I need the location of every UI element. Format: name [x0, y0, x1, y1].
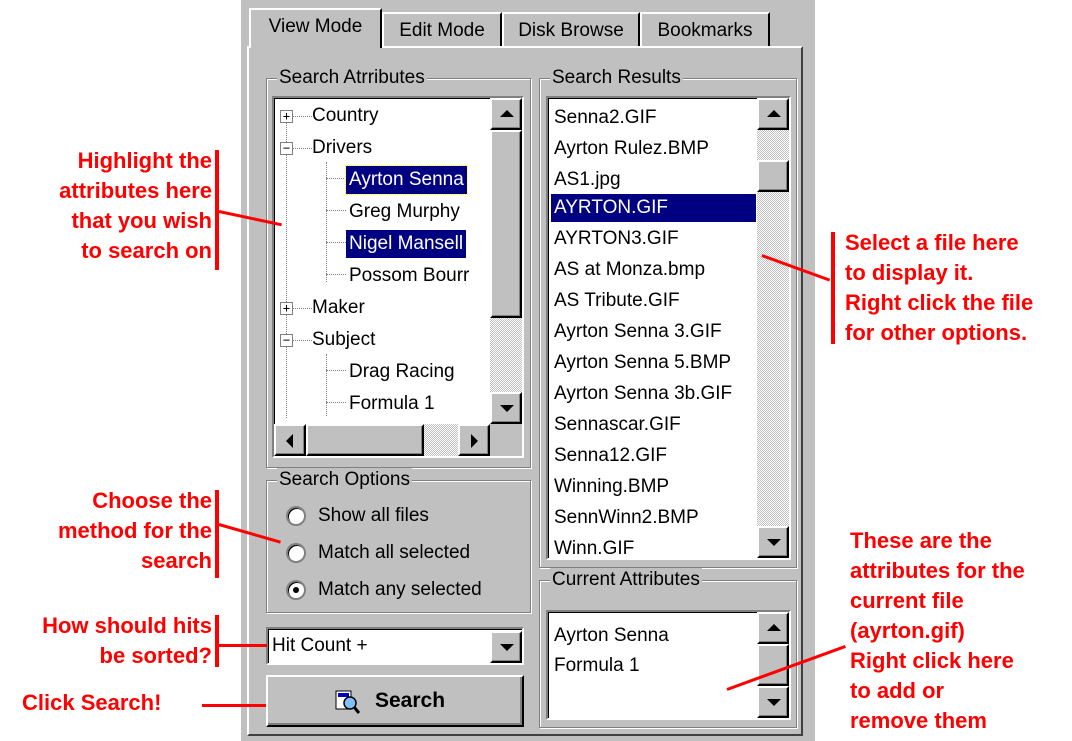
tree-item-subject[interactable]: Subject [312, 326, 375, 354]
annotation-sorted: How should hits be sorted? [42, 613, 212, 668]
search-button-label: Search [375, 689, 446, 712]
collapse-drivers-icon[interactable]: − [280, 142, 293, 155]
tree-item-formula-1[interactable]: Formula 1 [349, 390, 435, 418]
tree-horizontal-scrollbar[interactable] [274, 424, 490, 456]
annotation-click: Click Search! [22, 690, 162, 715]
tree-item-nigel-mansell[interactable]: Nigel Mansell [346, 230, 467, 258]
arrow-down-icon [767, 539, 781, 546]
radio-selected-dot [293, 587, 299, 593]
radio-match-all-selected[interactable] [286, 543, 306, 563]
scroll-left-button[interactable] [274, 424, 306, 456]
scroll-up-button[interactable] [757, 612, 789, 644]
annotation-current: These are the attributes for the current… [850, 528, 1025, 733]
file-item[interactable]: Sennascar.GIF [554, 411, 681, 439]
scroll-down-button[interactable] [757, 686, 789, 718]
radio-show-all-files[interactable] [286, 506, 306, 526]
tree-item-drag-racing[interactable]: Drag Racing [349, 358, 455, 386]
file-item[interactable]: Winning.BMP [554, 473, 669, 501]
annotation-highlight: Highlight the attributes here that you w… [59, 148, 212, 263]
file-item[interactable]: Ayrton Senna 5.BMP [554, 349, 731, 377]
expand-maker-icon[interactable]: + [280, 302, 293, 315]
tree-item-greg-murphy[interactable]: Greg Murphy [349, 198, 460, 226]
current-attributes-title: Current Attributes [550, 568, 702, 592]
file-item[interactable]: Senna2.GIF [554, 104, 656, 132]
expand-country-icon[interactable]: + [280, 110, 293, 123]
current-attribute-item[interactable]: Formula 1 [554, 652, 640, 680]
tab-disk-browse[interactable]: Disk Browse [502, 12, 640, 46]
search-results-list[interactable]: Senna2.GIF Ayrton Rulez.BMP AS1.jpg AYRT… [546, 96, 791, 560]
tab-bookmarks[interactable]: Bookmarks [640, 12, 770, 46]
arrow-up-icon [500, 110, 514, 117]
scroll-up-button[interactable] [757, 98, 789, 130]
results-vertical-scrollbar[interactable] [757, 98, 789, 558]
option-show-all-files-label[interactable]: Show all files [318, 502, 429, 530]
arrow-down-icon [767, 699, 781, 706]
sort-dropdown[interactable]: Hit Count + [266, 627, 524, 665]
tree-vertical-scrollbar[interactable] [490, 98, 522, 424]
option-match-any-selected-label[interactable]: Match any selected [318, 576, 482, 604]
annotation-pointer [202, 704, 266, 707]
option-match-all-selected-label[interactable]: Match all selected [318, 539, 470, 567]
chevron-down-icon [500, 644, 514, 651]
scroll-down-button[interactable] [757, 526, 789, 558]
file-item[interactable]: Ayrton Senna 3.GIF [554, 318, 722, 346]
tab-view-mode[interactable]: View Mode [249, 8, 382, 48]
scroll-corner [490, 424, 522, 456]
scroll-thumb[interactable] [757, 160, 789, 192]
scroll-thumb[interactable] [490, 130, 522, 318]
file-item[interactable]: Ayrton Senna 3b.GIF [554, 380, 732, 408]
arrow-right-icon [471, 434, 478, 448]
tab-edit-mode[interactable]: Edit Mode [382, 12, 502, 46]
tree-item-possom-bourne[interactable]: Possom Bourr [349, 262, 469, 290]
tree-item-country[interactable]: Country [312, 102, 379, 130]
file-item[interactable]: AS Tribute.GIF [554, 287, 680, 315]
arrow-up-icon [767, 624, 781, 631]
scroll-right-button[interactable] [458, 424, 490, 456]
horizontal-scroll-thumb[interactable] [306, 424, 424, 456]
search-attributes-title: Search Atrributes [277, 66, 427, 90]
search-button[interactable]: Search [266, 675, 524, 727]
current-attribute-item[interactable]: Ayrton Senna [554, 622, 669, 650]
tree-item-maker[interactable]: Maker [312, 294, 365, 322]
radio-match-any-selected[interactable] [286, 580, 306, 600]
file-item[interactable]: AYRTON3.GIF [554, 225, 679, 253]
annotation-bar [831, 232, 835, 344]
scroll-down-button[interactable] [490, 392, 522, 424]
file-item[interactable]: Senna12.GIF [554, 442, 667, 470]
dropdown-button[interactable] [490, 631, 522, 663]
attribute-tree[interactable]: + Country − Drivers Ayrton Senna Greg Mu… [272, 96, 524, 458]
file-item[interactable]: AS1.jpg [554, 166, 621, 194]
annotation-pointer [219, 644, 267, 647]
file-item[interactable]: AS at Monza.bmp [554, 256, 705, 284]
file-item[interactable]: SennWinn2.BMP [554, 504, 699, 532]
scroll-up-button[interactable] [490, 98, 522, 130]
annotation-bar [215, 615, 219, 667]
search-results-title: Search Results [550, 66, 683, 90]
attributes-vertical-scrollbar[interactable] [757, 612, 789, 718]
annotation-select: Select a file here to display it. Right … [845, 230, 1034, 345]
tree-item-ayrton-senna[interactable]: Ayrton Senna [345, 165, 468, 195]
file-item-selected[interactable]: AYRTON.GIF [551, 194, 756, 222]
search-icon [335, 690, 360, 714]
arrow-up-icon [767, 110, 781, 117]
arrow-down-icon [500, 405, 514, 412]
arrow-left-icon [286, 434, 293, 448]
tree-item-drivers[interactable]: Drivers [312, 134, 372, 162]
scroll-thumb[interactable] [757, 644, 789, 686]
annotation-bar [215, 490, 219, 578]
app-window: View Mode Edit Mode Disk Browse Bookmark… [241, 0, 815, 741]
file-item[interactable]: Winn.GIF [554, 535, 634, 558]
file-item[interactable]: Ayrton Rulez.BMP [554, 135, 709, 163]
search-options-title: Search Options [277, 468, 412, 492]
sort-dropdown-value: Hit Count + [272, 635, 368, 656]
collapse-subject-icon[interactable]: − [280, 334, 293, 347]
current-attributes-list[interactable]: Ayrton Senna Formula 1 [546, 610, 791, 720]
annotation-choose: Choose the method for the search [58, 488, 212, 573]
